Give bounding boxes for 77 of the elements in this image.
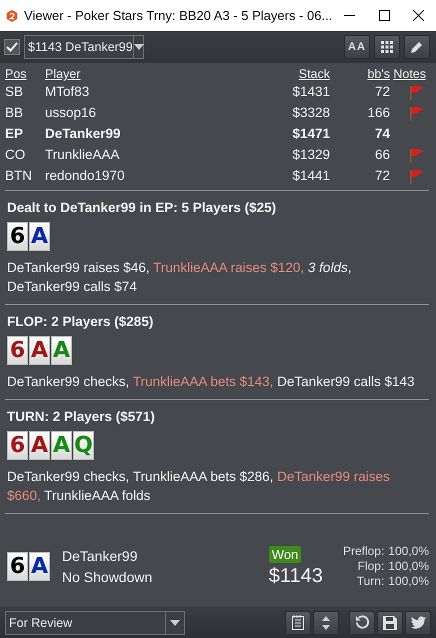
maximize-icon[interactable] [378, 10, 390, 21]
playing-card: A [29, 336, 50, 365]
column-header[interactable]: Notes [390, 67, 426, 81]
playing-card: A [51, 431, 72, 460]
big-blinds-cell-text: 74 [374, 125, 390, 143]
player-dropdown[interactable]: $1143 DeTanker99 [24, 35, 144, 59]
position-cell-text: BB [5, 104, 24, 122]
playing-card: 6 [7, 431, 28, 460]
notes-button[interactable] [285, 610, 311, 634]
playing-card: 6 [7, 552, 28, 581]
action-text: DeTanker99 checks, TrunklieAAA bets $143, DeTanker99 calls $143 [7, 373, 416, 391]
notepad-icon [292, 615, 304, 630]
sort-button[interactable] [313, 610, 339, 634]
close-icon[interactable] [413, 10, 424, 21]
equity-label: Turn: [356, 574, 384, 589]
player-cell-text: MTof83 [45, 83, 90, 101]
player-cell-text: TrunklieAAA [45, 146, 121, 164]
grid-icon [381, 41, 393, 53]
refresh-icon [354, 615, 370, 630]
street-title: FLOP: 2 Players ($285) [7, 314, 154, 329]
checkbox[interactable] [4, 39, 20, 55]
share-button[interactable] [405, 610, 431, 634]
playing-card: 6 [7, 336, 28, 365]
position-cell-text: BTN [5, 167, 33, 185]
save-icon [383, 616, 397, 630]
equity-label: Flop: [356, 559, 384, 574]
edit-button[interactable] [404, 35, 430, 59]
playing-card: A [29, 552, 50, 581]
playing-card: Q [73, 431, 94, 460]
grid-button[interactable] [374, 35, 400, 59]
tag-dropdown[interactable]: For Review [5, 610, 185, 634]
won-amount: $1143 [268, 564, 323, 588]
player-cell-text: ussop16 [45, 104, 98, 122]
equity-value: 100,0% [388, 544, 429, 559]
big-blinds-cell-text: 72 [374, 167, 390, 185]
app-logo-icon [6, 8, 18, 24]
column-header[interactable]: Player [45, 67, 270, 81]
big-blinds-cell-text: 166 [366, 104, 390, 122]
column-header[interactable]: bb's [330, 67, 390, 81]
font-size-button[interactable]: AA [344, 35, 370, 59]
window-title: Viewer - Poker Stars Trny: BB20 A3 - 5 Players - 06... [24, 8, 332, 23]
player-cell-text: redondo1970 [45, 167, 126, 185]
big-blinds-cell-text: 72 [374, 83, 390, 101]
playing-card: 6 [7, 222, 28, 251]
player-cell-text: DeTanker99 [45, 125, 122, 143]
column-header[interactable]: Pos [5, 67, 45, 81]
street-title: TURN: 2 Players ($571) [7, 409, 156, 424]
dropdown-arrow-icon [134, 44, 144, 50]
bird-icon [410, 616, 426, 629]
stack-cell-text: $1441 [291, 167, 330, 185]
stack-cell-text: $3328 [291, 104, 330, 122]
minimize-icon[interactable] [344, 14, 356, 16]
stack-cell-text: $1431 [291, 83, 330, 101]
result-text: No Showdown [62, 568, 154, 586]
save-button[interactable] [377, 610, 403, 634]
pencil-icon [410, 40, 424, 54]
position-cell-text: EP [5, 125, 24, 143]
up-down-icon [322, 616, 330, 630]
playing-card: A [29, 431, 50, 460]
equity-value: 100,0% [388, 559, 429, 574]
action-text: DeTanker99 raises $46, TrunklieAAA raises $120, 3 folds, DeTanker99 calls $74 [7, 259, 352, 296]
column-header[interactable]: Stack [270, 67, 330, 81]
playing-card: A [51, 336, 72, 365]
street-title: Dealt to DeTanker99 in EP: 5 Players ($25) [7, 200, 278, 215]
big-blinds-cell-text: 66 [374, 146, 390, 164]
dropdown-arrow-icon [170, 620, 180, 626]
equity-value: 100,0% [388, 574, 429, 589]
refresh-button[interactable] [349, 610, 375, 634]
action-text: DeTanker99 checks, TrunklieAAA bets $286, DeTanker99 raises $660, TrunklieAAA folds [7, 468, 391, 505]
playing-card: A [29, 222, 50, 251]
winner-name: DeTanker99 [62, 546, 138, 566]
equity-label: Preflop: [342, 544, 384, 559]
stack-cell-text: $1329 [291, 146, 330, 164]
won-badge: Won [268, 546, 302, 562]
position-cell-text: SB [5, 83, 24, 101]
stack-cell-text: $1471 [291, 125, 330, 143]
position-cell-text: CO [5, 146, 26, 164]
